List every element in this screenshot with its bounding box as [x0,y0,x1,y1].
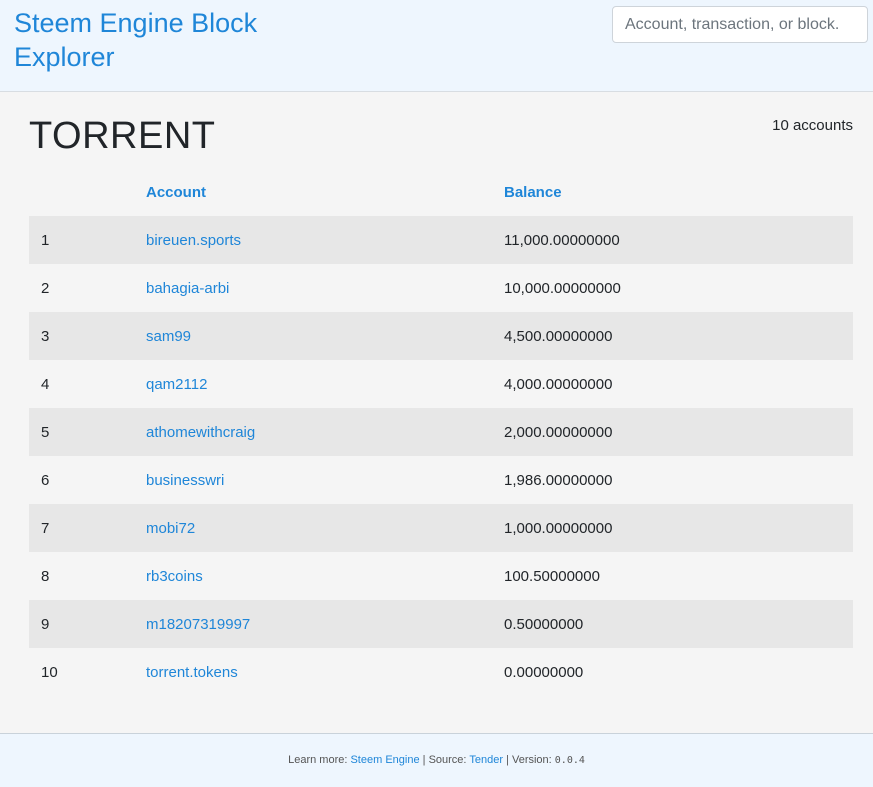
rank-cell: 6 [41,471,50,489]
steem-engine-link[interactable]: Steem Engine [350,754,419,766]
table-row: 4 qam2112 4,000.00000000 [29,360,853,408]
footer-learn-more: Learn more: [288,754,348,766]
footer-separator: | [422,754,426,766]
rank-header [29,168,146,216]
account-link[interactable]: rb3coins [146,568,203,585]
account-link[interactable]: athomewithcraig [146,424,255,441]
brand-link[interactable]: Steem Engine Block Explorer [14,6,314,74]
account-link[interactable]: bahagia-arbi [146,280,229,297]
balance-cell: 10,000.00000000 [504,279,621,297]
rank-cell: 10 [41,663,58,681]
table-row: 9 m18207319997 0.50000000 [29,600,853,648]
table-row: 10 torrent.tokens 0.00000000 [29,648,853,696]
account-link[interactable]: qam2112 [146,376,207,393]
account-header[interactable]: Account [146,168,504,216]
footer-source-label: Source: [428,754,467,766]
table-row: 3 sam99 4,500.00000000 [29,312,853,360]
token-title: TORRENT [29,115,216,157]
balance-cell: 4,000.00000000 [504,375,613,393]
balances-table: Account Balance 1 bireuen.sports 11,000.… [29,168,853,696]
account-link[interactable]: bireuen.sports [146,232,241,249]
table-row: 5 athomewithcraig 2,000.00000000 [29,408,853,456]
footer-version-label: Version: [511,754,552,766]
account-link[interactable]: m18207319997 [146,616,250,633]
site-header: Steem Engine Block Explorer [0,0,873,92]
rank-cell: 8 [41,567,50,585]
balance-cell: 0.00000000 [504,663,584,681]
search-input[interactable] [612,6,868,43]
balance-cell: 11,000.00000000 [504,231,620,249]
balance-cell: 100.50000000 [504,567,600,585]
account-link[interactable]: sam99 [146,328,191,345]
site-footer: Learn more: Steem Engine | Source: Tende… [0,733,873,787]
main-content: TORRENT 10 accounts Account Balance 1 bi… [0,93,873,733]
table-row: 8 rb3coins 100.50000000 [29,552,853,600]
table-row: 7 mobi72 1,000.00000000 [29,504,853,552]
balance-cell: 4,500.00000000 [504,327,613,345]
account-link[interactable]: mobi72 [146,520,195,537]
balance-header[interactable]: Balance [504,168,853,216]
table-header-row: Account Balance [29,168,853,216]
footer-separator: | [506,754,509,766]
balance-cell: 2,000.00000000 [504,423,613,441]
table-row: 2 bahagia-arbi 10,000.00000000 [29,264,853,312]
rank-cell: 7 [41,519,50,537]
table-row: 1 bireuen.sports 11,000.00000000 [29,216,853,264]
rank-cell: 4 [41,375,50,393]
rank-cell: 9 [41,615,50,633]
account-header-link[interactable]: Account [146,184,206,201]
table-row: 6 businesswri 1,986.00000000 [29,456,853,504]
balance-header-link[interactable]: Balance [504,184,562,201]
rank-cell: 5 [41,423,50,441]
account-link[interactable]: torrent.tokens [146,664,238,681]
rank-cell: 1 [41,231,50,249]
balance-cell: 1,986.00000000 [504,471,613,489]
account-count: 10 accounts [772,117,853,134]
rank-cell: 3 [41,327,50,345]
balance-cell: 1,000.00000000 [504,519,613,537]
account-link[interactable]: businesswri [146,472,224,489]
balance-cell: 0.50000000 [504,615,584,633]
version-number: 0.0.4 [554,755,585,766]
tender-link[interactable]: Tender [469,754,503,766]
rank-cell: 2 [41,279,50,297]
